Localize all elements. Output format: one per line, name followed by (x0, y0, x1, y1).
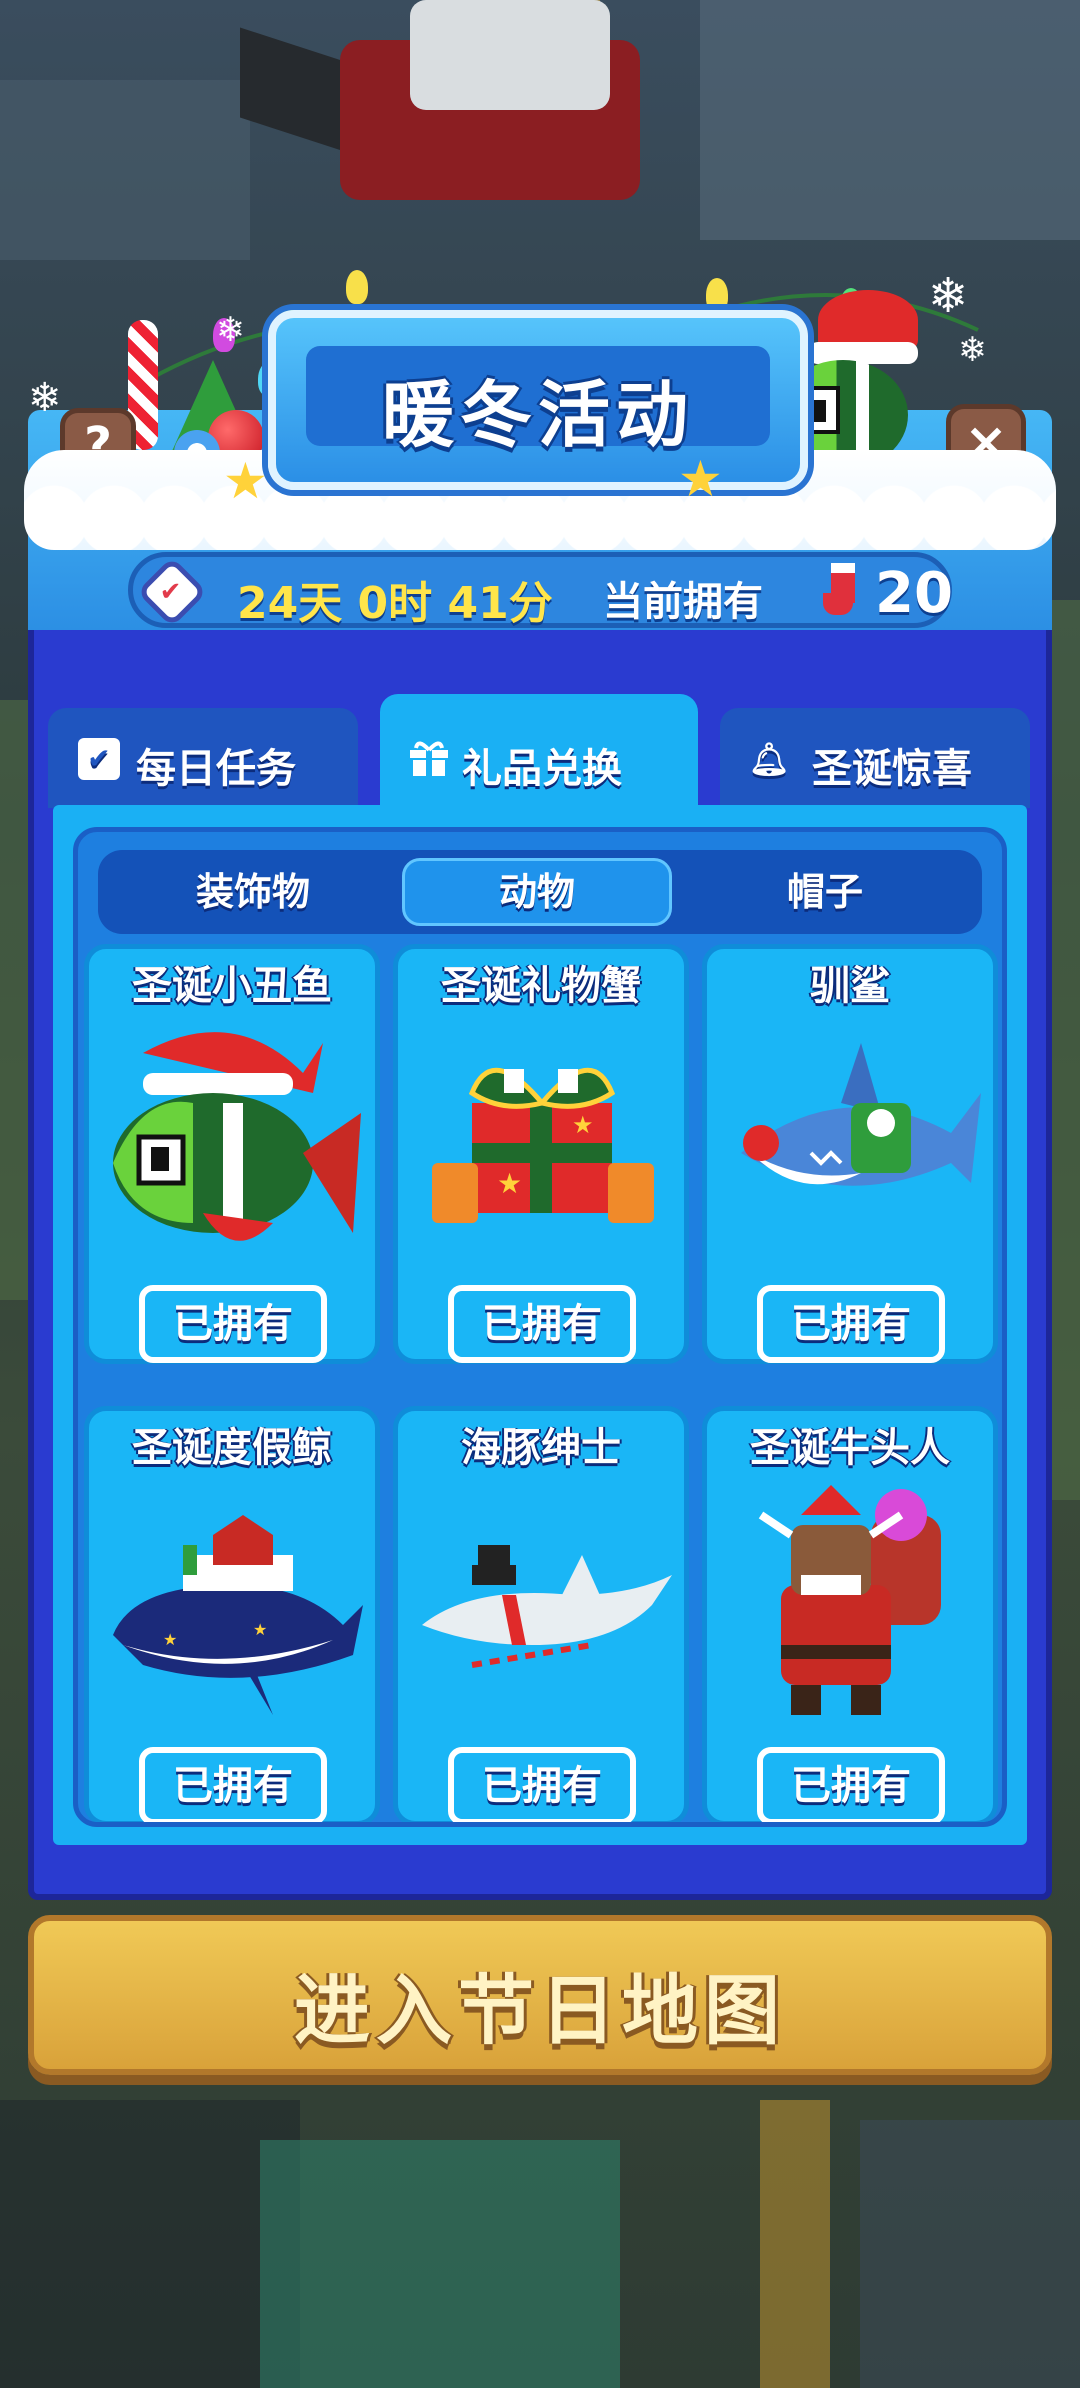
item-card[interactable]: 圣诞礼物蟹 ★ ★ 已拥有 (393, 944, 689, 1364)
check-badge-icon: ✔ (136, 556, 208, 628)
subtab-decorations[interactable]: 装饰物 (118, 858, 388, 926)
item-name: 圣诞牛头人 (750, 1425, 950, 1471)
item-grid: 圣诞小丑鱼 已拥有 圣诞礼物蟹 ★ ★ 已拥有 驯鲨 已拥有 圣诞度假鲸 ★ ★… (84, 944, 998, 1822)
countdown-timer: 24天 0时 41分 (237, 578, 553, 629)
item-card[interactable]: 驯鲨 已拥有 (702, 944, 998, 1364)
svg-text:★: ★ (497, 1167, 522, 1200)
tab-content: 装饰物 动物 帽子 圣诞小丑鱼 已拥有 圣诞礼物蟹 ★ ★ 已拥有 驯鲨 已拥有… (53, 805, 1027, 1845)
gift-crab-icon: ★ ★ (412, 1013, 674, 1263)
enter-map-label: 进入节日地图 (294, 1966, 786, 2055)
item-card[interactable]: 圣诞小丑鱼 已拥有 (84, 944, 380, 1364)
item-card[interactable]: 海豚绅士 已拥有 (393, 1406, 689, 1822)
item-card[interactable]: 圣诞牛头人 已拥有 (702, 1406, 998, 1822)
title-banner: 暖冬活动 (268, 310, 808, 490)
owned-button[interactable]: 已拥有 (757, 1285, 945, 1363)
star-icon: ★ (223, 452, 268, 510)
svg-text:★: ★ (163, 1630, 177, 1649)
shark-icon (721, 1013, 983, 1263)
whale-icon: ★ ★ (103, 1475, 365, 1725)
snowflake-icon: ❄ (958, 330, 987, 370)
reward-shelf: 装饰物 动物 帽子 圣诞小丑鱼 已拥有 圣诞礼物蟹 ★ ★ 已拥有 驯鲨 已拥有… (73, 827, 1007, 1827)
main-tabs: ✔ 每日任务 礼品兑换 🔔︎ 圣诞惊喜 (48, 694, 1032, 812)
owned-button[interactable]: 已拥有 (757, 1747, 945, 1822)
gift-icon (408, 738, 450, 780)
owned-button[interactable]: 已拥有 (139, 1747, 327, 1822)
subtab-hats[interactable]: 帽子 (690, 858, 960, 926)
owned-button[interactable]: 已拥有 (139, 1285, 327, 1363)
stocking-icon (823, 563, 863, 619)
category-tabs: 装饰物 动物 帽子 (98, 850, 982, 934)
item-name: 驯鲨 (810, 963, 890, 1009)
owned-count: 20 (875, 561, 953, 626)
owned-button[interactable]: 已拥有 (448, 1747, 636, 1822)
checkbox-icon: ✔ (78, 738, 120, 780)
svg-text:★: ★ (253, 1620, 267, 1639)
minotaur-santa-icon (721, 1475, 983, 1725)
event-panel: ❄ ❄ ❄ ❄ ? × 暖冬活动 ★ ★ ✔ 24天 0时 41分 当前拥有 2… (24, 268, 1056, 1900)
item-name: 圣诞礼物蟹 (441, 963, 641, 1009)
tab-christmas-surprise[interactable]: 🔔︎ 圣诞惊喜 (720, 708, 1030, 808)
dolphin-icon (412, 1475, 674, 1725)
page-title: 暖冬活动 (381, 373, 694, 457)
owned-button[interactable]: 已拥有 (448, 1285, 636, 1363)
item-name: 海豚绅士 (461, 1425, 621, 1471)
owned-label: 当前拥有 (603, 579, 763, 625)
star-icon: ★ (678, 450, 723, 508)
item-card[interactable]: 圣诞度假鲸 ★ ★ 已拥有 (84, 1406, 380, 1822)
tab-daily-tasks[interactable]: ✔ 每日任务 (48, 708, 358, 808)
svg-text:★: ★ (572, 1111, 594, 1139)
subtab-animals[interactable]: 动物 (402, 858, 672, 926)
ship-decoration (240, 0, 660, 260)
tab-gift-exchange[interactable]: 礼品兑换 (380, 694, 698, 812)
bell-icon: 🔔︎ (748, 740, 790, 778)
item-name: 圣诞小丑鱼 (132, 963, 332, 1009)
snowflake-icon: ❄ (28, 375, 62, 421)
status-bar: ✔ 24天 0时 41分 当前拥有 20 (128, 552, 953, 629)
enter-festival-map-button[interactable]: 进入节日地图 (28, 1915, 1052, 2075)
clownfish-icon (103, 1013, 365, 1263)
item-name: 圣诞度假鲸 (132, 1425, 332, 1471)
